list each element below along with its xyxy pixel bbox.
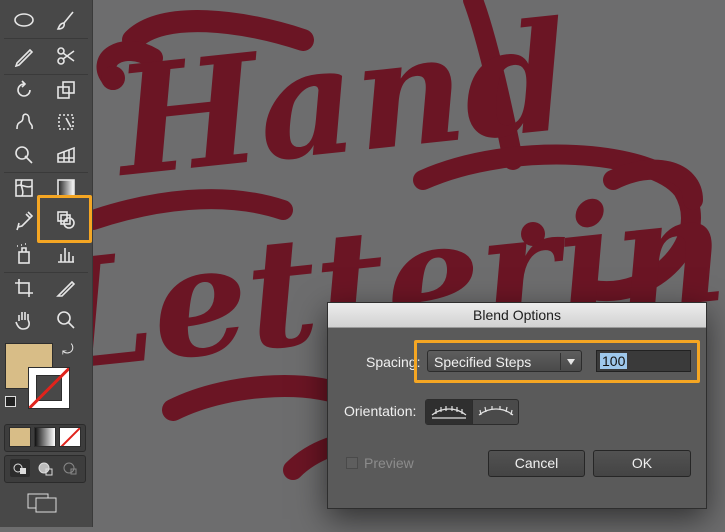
default-fill-stroke-icon[interactable] xyxy=(5,396,16,407)
column-graph-tool-icon[interactable] xyxy=(48,238,84,270)
zoom-tool-icon[interactable] xyxy=(48,304,84,336)
ok-button[interactable]: OK xyxy=(593,450,691,477)
scissors-tool-icon[interactable] xyxy=(48,40,84,72)
pencil-tool-icon[interactable] xyxy=(6,40,42,72)
preview-checkbox[interactable] xyxy=(346,457,358,469)
orientation-label: Orientation: xyxy=(344,403,417,419)
align-to-page-button[interactable] xyxy=(426,400,472,424)
ellipse-tool-icon[interactable] xyxy=(6,4,42,36)
color-mode-icon[interactable] xyxy=(9,427,31,447)
paintbrush-tool-icon[interactable] xyxy=(48,4,84,36)
align-to-path-icon xyxy=(478,406,514,416)
draw-inside-icon[interactable] xyxy=(60,459,80,477)
blend-tool-highlight xyxy=(37,195,92,243)
slice-tool-icon[interactable] xyxy=(48,272,84,304)
tools-panel: ⤾ xyxy=(0,0,93,527)
shape-builder-tool-icon[interactable] xyxy=(6,138,42,170)
stroke-color-swatch[interactable] xyxy=(28,367,70,409)
artboard-tool-icon[interactable] xyxy=(6,272,42,304)
hand-tool-icon[interactable] xyxy=(6,304,42,336)
gradient-mode-icon[interactable] xyxy=(34,427,56,447)
preview-label: Preview xyxy=(364,455,414,471)
swap-fill-stroke-icon[interactable]: ⤾ xyxy=(62,341,74,358)
spacing-label: Spacing: xyxy=(366,354,421,370)
dialog-title: Blend Options xyxy=(328,303,706,328)
align-to-page-icon xyxy=(431,406,467,419)
scale-tool-icon[interactable] xyxy=(48,74,84,106)
cancel-button[interactable]: Cancel xyxy=(488,450,585,477)
lettering-hand: Hand xyxy=(104,0,577,211)
free-transform-tool-icon[interactable] xyxy=(48,106,84,138)
rotate-tool-icon[interactable] xyxy=(6,74,42,106)
orientation-group xyxy=(425,399,519,425)
symbol-sprayer-tool-icon[interactable] xyxy=(6,238,42,270)
draw-behind-icon[interactable] xyxy=(35,459,55,477)
warp-tool-icon[interactable] xyxy=(6,106,42,138)
draw-normal-icon[interactable] xyxy=(10,459,30,477)
spacing-highlight xyxy=(414,340,700,383)
perspective-grid-tool-icon[interactable] xyxy=(48,138,84,170)
align-to-path-button[interactable] xyxy=(472,400,518,424)
blend-options-dialog: Blend Options Spacing: Specified Steps 1… xyxy=(327,302,707,509)
screen-mode-icon[interactable] xyxy=(26,492,60,514)
none-mode-icon[interactable] xyxy=(59,427,81,447)
